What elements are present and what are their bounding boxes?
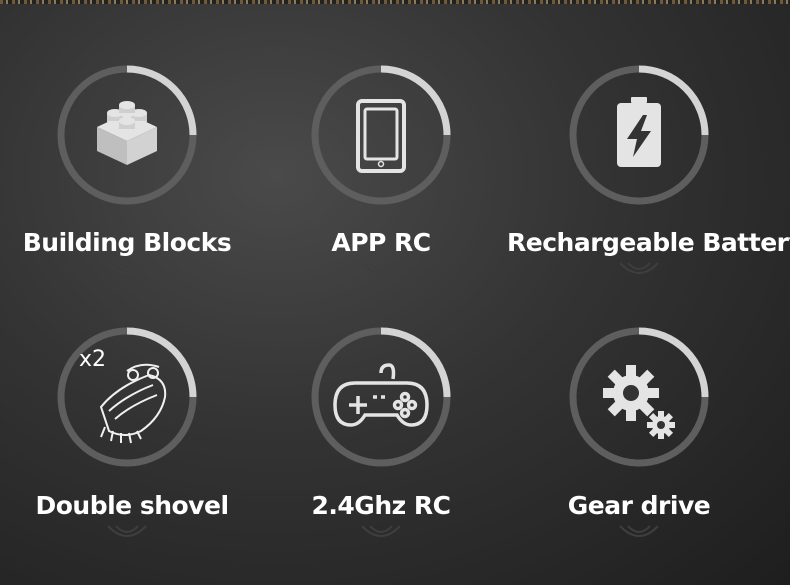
- smartphone-icon: [356, 99, 406, 173]
- label-reflection: [361, 262, 401, 274]
- feature-double-shovel: x2 Double shovel: [0, 327, 254, 557]
- feature-label: Rechargeable Battery: [507, 228, 790, 257]
- label-reflection: [619, 525, 659, 537]
- feature-ring: [311, 327, 451, 467]
- feature-label: Building Blocks: [22, 228, 232, 257]
- feature-building-blocks: Building Blocks: [0, 65, 254, 295]
- feature-ring: x2: [57, 327, 197, 467]
- label-reflection: [619, 262, 659, 274]
- feature-ring: [569, 65, 709, 205]
- feature-label: 2.4Ghz RC: [311, 491, 451, 520]
- feature-2-4ghz-rc: 2.4Ghz RC: [251, 327, 511, 557]
- feature-ring: [57, 65, 197, 205]
- shovel-count-badge: x2: [79, 347, 107, 372]
- feature-rechargeable-battery: Rechargeable Battery: [507, 65, 790, 295]
- feature-label: Double shovel: [35, 491, 229, 520]
- gamepad-icon: [333, 363, 429, 427]
- feature-label: APP RC: [331, 228, 431, 257]
- gears-icon: [603, 365, 675, 439]
- label-reflection: [361, 525, 401, 537]
- top-decor-strip: [0, 0, 790, 4]
- label-reflection: [107, 525, 147, 537]
- shovel-bucket-icon: [99, 363, 167, 444]
- feature-app-rc: APP RC: [251, 65, 511, 295]
- feature-ring: [311, 65, 451, 205]
- feature-ring: [569, 327, 709, 467]
- feature-gear-drive: Gear drive: [509, 327, 769, 557]
- building-blocks-icon: [97, 101, 157, 165]
- label-reflection: [107, 262, 147, 274]
- battery-charging-icon: [617, 97, 661, 167]
- feature-label: Gear drive: [567, 491, 711, 520]
